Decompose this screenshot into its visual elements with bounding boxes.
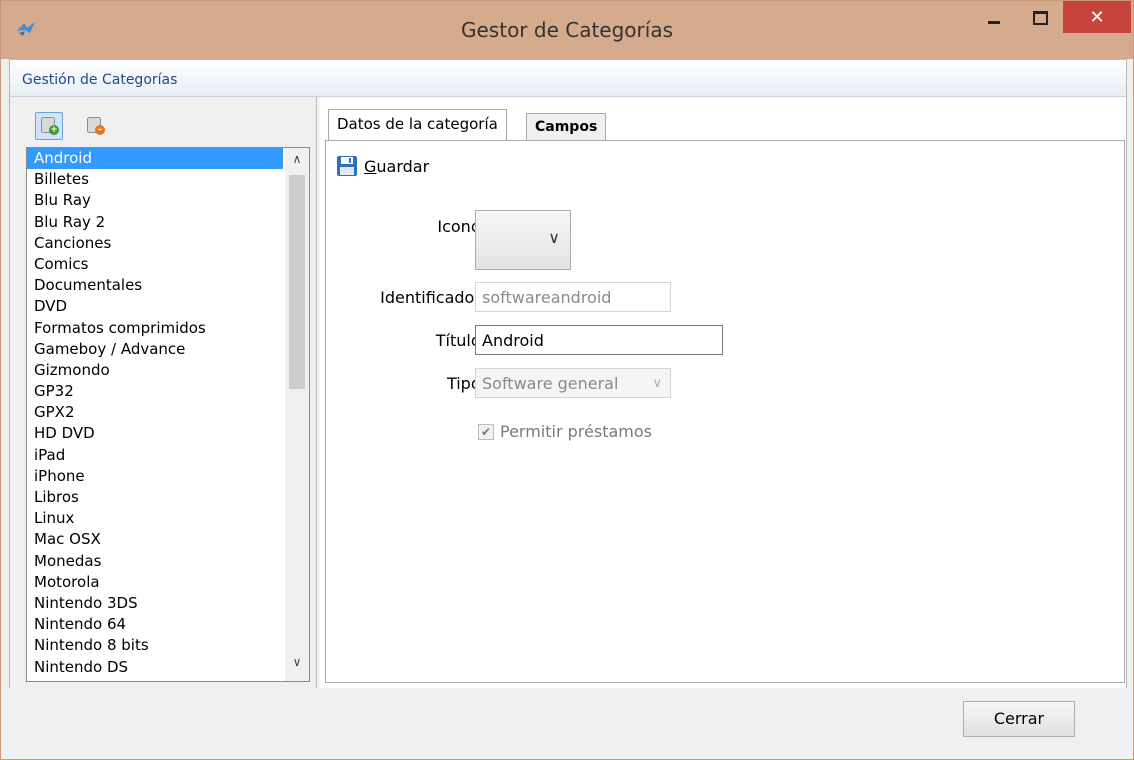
list-item[interactable]: Nintendo 8 bits (27, 635, 283, 656)
list-item[interactable]: Billetes (27, 169, 283, 190)
tab-category-data[interactable]: Datos de la categoría (328, 109, 507, 140)
floppy-disk-icon (337, 156, 357, 176)
category-data-panel: Guardar Icono: ∨ Identificador: software… (325, 140, 1125, 683)
list-item[interactable]: Motorola (27, 572, 283, 593)
scroll-down-icon[interactable]: ∨ (285, 655, 309, 677)
category-management-group: Gestión de Categorías + – Android Billete… (9, 59, 1127, 689)
save-label: Guardar (364, 156, 430, 176)
add-category-button[interactable]: + (35, 112, 63, 140)
title-label: Título: (435, 331, 486, 350)
list-item[interactable]: Comics (27, 254, 283, 275)
remove-category-button[interactable]: – (82, 113, 108, 139)
minimize-button[interactable] (977, 1, 1011, 35)
list-item[interactable]: Nintendo 64 (27, 614, 283, 635)
allow-loans-checkbox: ✔ (478, 423, 494, 440)
category-manager-window: Gestor de Categorías ✕ Gestión de Catego… (0, 0, 1134, 760)
list-item[interactable]: Nintendo 3DS (27, 593, 283, 614)
type-label: Tipo: (446, 374, 486, 393)
list-item[interactable]: Nintendo DS (27, 657, 283, 678)
list-item[interactable]: Gameboy / Advance (27, 339, 283, 360)
allow-loans-label: Permitir préstamos (500, 422, 652, 441)
chevron-down-icon: ∨ (548, 228, 560, 247)
scroll-thumb[interactable] (289, 175, 305, 389)
list-item[interactable]: Blu Ray 2 (27, 212, 283, 233)
window-title: Gestor de Categorías (461, 18, 673, 42)
identifier-field: softwareandroid (475, 282, 671, 312)
category-listbox[interactable]: Android Billetes Blu Ray Blu Ray 2 Canciones… (26, 147, 310, 682)
list-item[interactable]: Formatos comprimidos (27, 318, 283, 339)
list-item[interactable]: GP32 (27, 381, 283, 402)
type-select: Software general ∨ (475, 368, 671, 398)
group-header: Gestión de Categorías (10, 60, 1126, 97)
list-item[interactable]: Monedas (27, 551, 283, 572)
list-item[interactable]: Mac OSX (27, 529, 283, 550)
footer-bar: Cerrar (1, 688, 1133, 759)
title-field[interactable]: Android (475, 325, 723, 355)
list-item[interactable]: Documentales (27, 275, 283, 296)
list-item[interactable]: Android (27, 148, 283, 170)
save-button[interactable]: Guardar (336, 153, 429, 179)
category-items: Android Billetes Blu Ray Blu Ray 2 Canciones… (27, 148, 283, 678)
list-item[interactable]: DVD (27, 296, 283, 317)
maximize-icon (1032, 11, 1048, 25)
icon-picker[interactable]: ∨ (475, 210, 571, 270)
list-item[interactable]: HD DVD (27, 423, 283, 444)
scroll-up-icon[interactable]: ∧ (285, 152, 309, 174)
minimize-icon (988, 20, 1000, 24)
chevron-down-icon: ∨ (652, 376, 662, 391)
list-item[interactable]: Gizmondo (27, 360, 283, 381)
category-detail-pane: Datos de la categoría Campos Guardar Ico… (320, 97, 1126, 688)
list-item[interactable]: Canciones (27, 233, 283, 254)
category-list-pane: + – Android Billetes Blu Ray Blu Ray 2 Canci… (10, 97, 317, 688)
identifier-label: Identificador: (380, 288, 486, 307)
group-title: Gestión de Categorías (22, 72, 178, 88)
type-select-value: Software general (482, 374, 619, 393)
list-item[interactable]: Libros (27, 487, 283, 508)
list-item[interactable]: GPX2 (27, 402, 283, 423)
close-icon: ✕ (1089, 6, 1105, 28)
tab-fields[interactable]: Campos (526, 113, 607, 140)
title-bar[interactable]: Gestor de Categorías ✕ (1, 1, 1133, 59)
close-window-button[interactable]: ✕ (1063, 1, 1131, 33)
allow-loans-row: ✔ Permitir préstamos (478, 422, 652, 441)
close-button[interactable]: Cerrar (963, 701, 1075, 737)
list-item[interactable]: Linux (27, 508, 283, 529)
maximize-button[interactable] (1023, 1, 1057, 35)
list-scrollbar[interactable]: ∧ ∨ (285, 148, 309, 681)
list-item[interactable]: iPhone (27, 466, 283, 487)
list-item[interactable]: iPad (27, 445, 283, 466)
list-item[interactable]: Blu Ray (27, 190, 283, 211)
icon-label: Icono: (437, 217, 486, 236)
